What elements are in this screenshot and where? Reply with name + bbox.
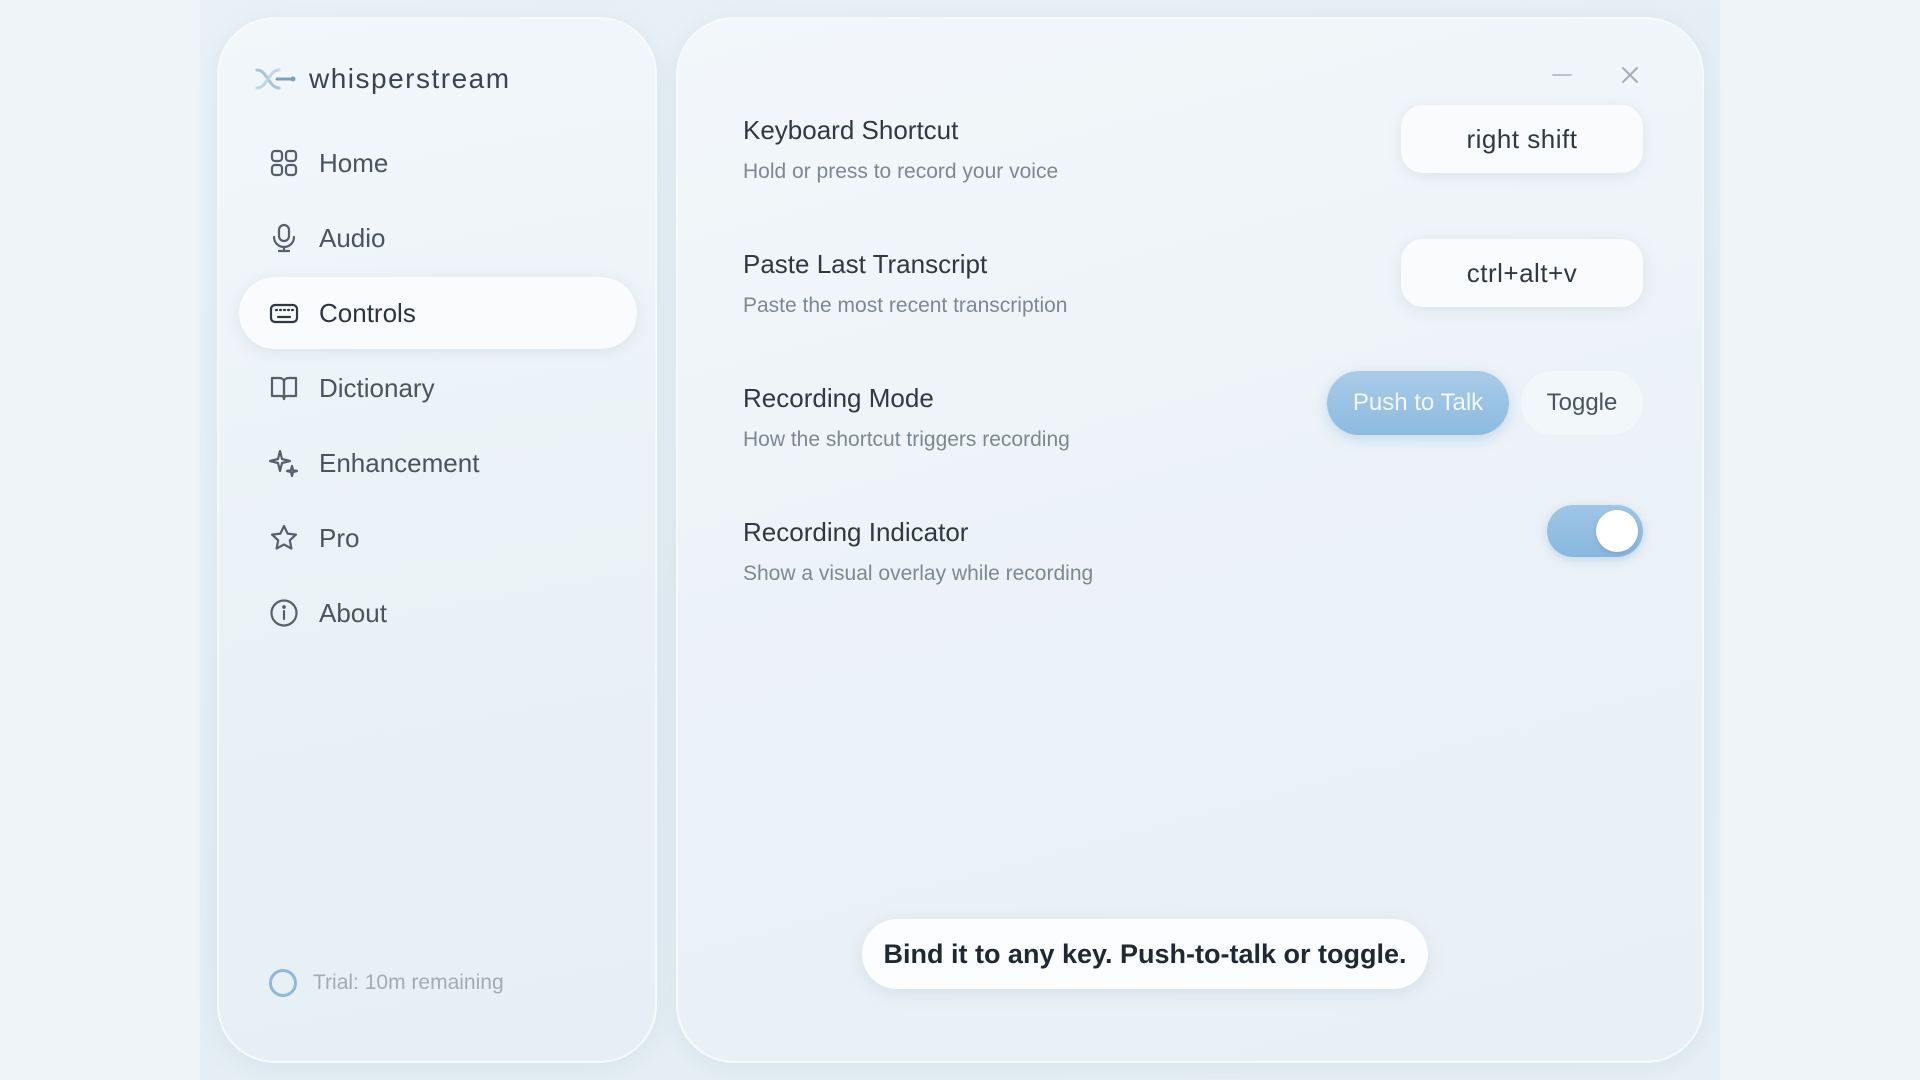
- sidebar-item-label: About: [319, 597, 387, 628]
- sidebar-item-audio[interactable]: Audio: [239, 202, 637, 274]
- controls-panel: Keyboard Shortcut Hold or press to recor…: [676, 17, 1704, 1063]
- close-icon: [1622, 67, 1638, 83]
- toggle-option[interactable]: Toggle: [1521, 371, 1643, 435]
- setting-description: Show a visual overlay while recording: [743, 562, 1094, 585]
- close-button[interactable]: [1610, 55, 1650, 95]
- star-icon: [270, 524, 298, 550]
- sidebar-item-controls[interactable]: Controls: [239, 277, 637, 349]
- toggle-knob: [1596, 510, 1638, 552]
- sidebar-item-label: Audio: [319, 222, 386, 253]
- minimize-icon: [1552, 74, 1572, 76]
- sidebar-item-pro[interactable]: Pro: [239, 502, 637, 574]
- setting-recording-mode: Recording Mode How the shortcut triggers…: [743, 371, 1643, 452]
- keyboard-shortcut-key[interactable]: right shift: [1401, 105, 1643, 173]
- whisperstream-logo-icon: [255, 68, 296, 90]
- paste-last-key[interactable]: ctrl+alt+v: [1401, 239, 1643, 307]
- trial-text: Trial: 10m remaining: [313, 971, 504, 994]
- setting-recording-indicator: Recording Indicator Show a visual overla…: [743, 505, 1643, 586]
- recording-indicator-toggle[interactable]: [1547, 505, 1643, 557]
- brand: whisperstream: [253, 63, 511, 95]
- sidebar-nav: Home Audio Controls Dictionary Enhanceme…: [239, 127, 637, 652]
- sidebar-item-label: Home: [319, 147, 389, 178]
- minimize-button[interactable]: [1542, 55, 1582, 95]
- info-icon: [270, 599, 298, 627]
- caption-banner: Bind it to any key. Push-to-talk or togg…: [862, 919, 1428, 989]
- sidebar-item-enhancement[interactable]: Enhancement: [239, 427, 637, 499]
- setting-keyboard-shortcut: Keyboard Shortcut Hold or press to recor…: [743, 105, 1643, 184]
- sidebar-item-label: Dictionary: [319, 372, 435, 403]
- sidebar-item-about[interactable]: About: [239, 577, 637, 649]
- app-name: whisperstream: [309, 63, 511, 94]
- trial-ring-icon: [269, 969, 297, 997]
- grid-icon: [270, 149, 298, 177]
- recording-mode-selector: Push to Talk Toggle: [1327, 371, 1643, 435]
- sparkles-icon: [269, 449, 299, 478]
- sidebar: whisperstream Home Audio Controls Dictio…: [217, 17, 657, 1063]
- keyboard-icon: [269, 303, 299, 324]
- sidebar-item-label: Pro: [319, 522, 360, 553]
- trial-status: Trial: 10m remaining: [269, 969, 504, 997]
- microphone-icon: [272, 223, 296, 253]
- sidebar-item-home[interactable]: Home: [239, 127, 637, 199]
- push-to-talk-option[interactable]: Push to Talk: [1327, 371, 1509, 435]
- sidebar-item-dictionary[interactable]: Dictionary: [239, 352, 637, 424]
- sidebar-item-label: Controls: [319, 297, 416, 328]
- setting-title: Recording Indicator: [743, 517, 969, 547]
- setting-paste-last-transcript: Paste Last Transcript Paste the most rec…: [743, 239, 1643, 318]
- book-icon: [270, 376, 298, 401]
- sidebar-item-label: Enhancement: [319, 447, 480, 478]
